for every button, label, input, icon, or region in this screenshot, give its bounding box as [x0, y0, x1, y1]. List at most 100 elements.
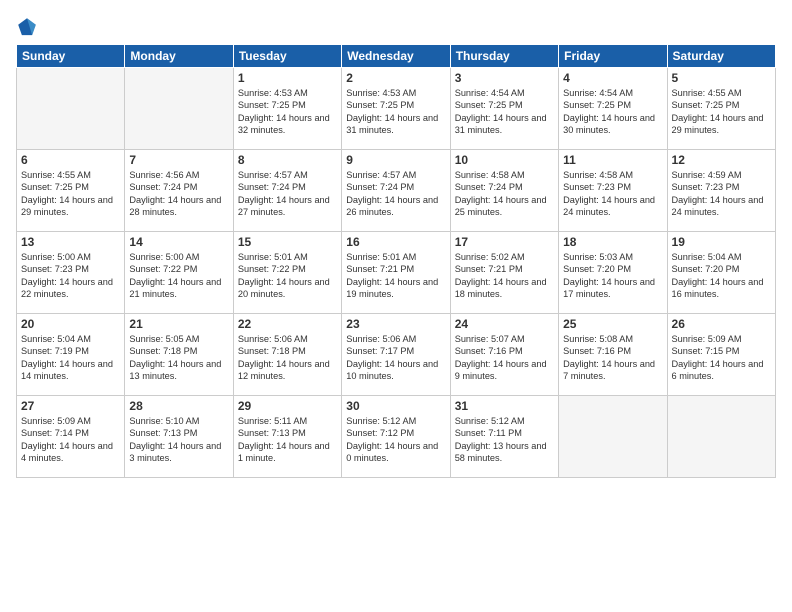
- calendar-cell: 29Sunrise: 5:11 AM Sunset: 7:13 PM Dayli…: [233, 396, 341, 478]
- calendar-cell: 3Sunrise: 4:54 AM Sunset: 7:25 PM Daylig…: [450, 68, 558, 150]
- cell-details: Sunrise: 5:01 AM Sunset: 7:22 PM Dayligh…: [238, 251, 337, 301]
- day-number: 17: [455, 235, 554, 249]
- day-number: 7: [129, 153, 228, 167]
- calendar-cell: [559, 396, 667, 478]
- calendar-cell: 9 Sunrise: 4:57 AM Sunset: 7:24 PM Daylig…: [342, 150, 450, 232]
- day-number: 26: [672, 317, 771, 331]
- day-number: 6: [21, 153, 120, 167]
- cell-details: Sunrise: 5:12 AM Sunset: 7:12 PM Dayligh…: [346, 415, 445, 465]
- day-number: 11: [563, 153, 662, 167]
- cell-details: Sunrise: 5:10 AM Sunset: 7:13 PM Dayligh…: [129, 415, 228, 465]
- day-number: 30: [346, 399, 445, 413]
- cell-details: Sunrise: 5:07 AM Sunset: 7:16 PM Dayligh…: [455, 333, 554, 383]
- calendar-cell: 23 Sunrise: 5:06 AM Sunset: 7:17 PM Dayli…: [342, 314, 450, 396]
- calendar-cell: 5 Sunrise: 4:55 AM Sunset: 7:25 PM Daylig…: [667, 68, 775, 150]
- calendar-week-5: 27 Sunrise: 5:09 AM Sunset: 7:14 PM Dayli…: [17, 396, 776, 478]
- cell-details: Sunrise: 4:53 AM Sunset: 7:25 PM Dayligh…: [238, 87, 337, 137]
- calendar-week-2: 6Sunrise: 4:55 AM Sunset: 7:25 PM Daylig…: [17, 150, 776, 232]
- cell-details: Sunrise: 4:54 AM Sunset: 7:25 PM Dayligh…: [563, 87, 662, 137]
- calendar-cell: 10 Sunrise: 4:58 AM Sunset: 7:24 PM Dayli…: [450, 150, 558, 232]
- day-number: 10: [455, 153, 554, 167]
- cell-details: Sunrise: 4:58 AM Sunset: 7:24 PM Dayligh…: [455, 169, 554, 219]
- calendar-cell: 30 Sunrise: 5:12 AM Sunset: 7:12 PM Dayli…: [342, 396, 450, 478]
- weekday-header-sunday: Sunday: [17, 45, 125, 68]
- calendar-cell: 12 Sunrise: 4:59 AM Sunset: 7:23 PM Dayli…: [667, 150, 775, 232]
- calendar-cell: 20Sunrise: 5:04 AM Sunset: 7:19 PM Dayli…: [17, 314, 125, 396]
- calendar-cell: [667, 396, 775, 478]
- calendar-cell: 15 Sunrise: 5:01 AM Sunset: 7:22 PM Dayli…: [233, 232, 341, 314]
- day-number: 2: [346, 71, 445, 85]
- cell-details: Sunrise: 5:06 AM Sunset: 7:17 PM Dayligh…: [346, 333, 445, 383]
- calendar-cell: 7 Sunrise: 4:56 AM Sunset: 7:24 PM Daylig…: [125, 150, 233, 232]
- day-number: 4: [563, 71, 662, 85]
- calendar-cell: 11 Sunrise: 4:58 AM Sunset: 7:23 PM Dayli…: [559, 150, 667, 232]
- day-number: 12: [672, 153, 771, 167]
- calendar-cell: 19 Sunrise: 5:04 AM Sunset: 7:20 PM Dayli…: [667, 232, 775, 314]
- day-number: 24: [455, 317, 554, 331]
- cell-details: Sunrise: 5:09 AM Sunset: 7:14 PM Dayligh…: [21, 415, 120, 465]
- calendar-table: SundayMondayTuesdayWednesdayThursdayFrid…: [16, 44, 776, 478]
- weekday-header-friday: Friday: [559, 45, 667, 68]
- day-number: 31: [455, 399, 554, 413]
- cell-details: Sunrise: 4:57 AM Sunset: 7:24 PM Dayligh…: [238, 169, 337, 219]
- weekday-header-monday: Monday: [125, 45, 233, 68]
- cell-details: Sunrise: 5:06 AM Sunset: 7:18 PM Dayligh…: [238, 333, 337, 383]
- day-number: 22: [238, 317, 337, 331]
- day-number: 15: [238, 235, 337, 249]
- day-number: 13: [21, 235, 120, 249]
- cell-details: Sunrise: 5:02 AM Sunset: 7:21 PM Dayligh…: [455, 251, 554, 301]
- weekday-header-tuesday: Tuesday: [233, 45, 341, 68]
- calendar-cell: 16 Sunrise: 5:01 AM Sunset: 7:21 PM Dayli…: [342, 232, 450, 314]
- cell-details: Sunrise: 5:05 AM Sunset: 7:18 PM Dayligh…: [129, 333, 228, 383]
- day-number: 9: [346, 153, 445, 167]
- logo-icon: [16, 16, 38, 38]
- day-number: 1: [238, 71, 337, 85]
- cell-details: Sunrise: 5:12 AM Sunset: 7:11 PM Dayligh…: [455, 415, 554, 465]
- day-number: 14: [129, 235, 228, 249]
- day-number: 19: [672, 235, 771, 249]
- cell-details: Sunrise: 5:03 AM Sunset: 7:20 PM Dayligh…: [563, 251, 662, 301]
- weekday-header-wednesday: Wednesday: [342, 45, 450, 68]
- calendar-cell: 28 Sunrise: 5:10 AM Sunset: 7:13 PM Dayli…: [125, 396, 233, 478]
- cell-details: Sunrise: 5:01 AM Sunset: 7:21 PM Dayligh…: [346, 251, 445, 301]
- day-number: 18: [563, 235, 662, 249]
- calendar-cell: 17 Sunrise: 5:02 AM Sunset: 7:21 PM Dayli…: [450, 232, 558, 314]
- calendar-cell: 6Sunrise: 4:55 AM Sunset: 7:25 PM Daylig…: [17, 150, 125, 232]
- calendar-cell: 27 Sunrise: 5:09 AM Sunset: 7:14 PM Dayli…: [17, 396, 125, 478]
- logo: [16, 16, 40, 38]
- calendar-cell: 22 Sunrise: 5:06 AM Sunset: 7:18 PM Dayli…: [233, 314, 341, 396]
- day-number: 20: [21, 317, 120, 331]
- day-number: 3: [455, 71, 554, 85]
- weekday-header-saturday: Saturday: [667, 45, 775, 68]
- calendar-cell: [17, 68, 125, 150]
- cell-details: Sunrise: 5:04 AM Sunset: 7:20 PM Dayligh…: [672, 251, 771, 301]
- day-number: 23: [346, 317, 445, 331]
- cell-details: Sunrise: 5:08 AM Sunset: 7:16 PM Dayligh…: [563, 333, 662, 383]
- cell-details: Sunrise: 4:57 AM Sunset: 7:24 PM Dayligh…: [346, 169, 445, 219]
- calendar-week-4: 20Sunrise: 5:04 AM Sunset: 7:19 PM Dayli…: [17, 314, 776, 396]
- cell-details: Sunrise: 4:59 AM Sunset: 7:23 PM Dayligh…: [672, 169, 771, 219]
- day-number: 5: [672, 71, 771, 85]
- day-number: 27: [21, 399, 120, 413]
- calendar-cell: 8 Sunrise: 4:57 AM Sunset: 7:24 PM Daylig…: [233, 150, 341, 232]
- cell-details: Sunrise: 5:09 AM Sunset: 7:15 PM Dayligh…: [672, 333, 771, 383]
- weekday-header-thursday: Thursday: [450, 45, 558, 68]
- calendar-cell: 18 Sunrise: 5:03 AM Sunset: 7:20 PM Dayli…: [559, 232, 667, 314]
- day-number: 25: [563, 317, 662, 331]
- cell-details: Sunrise: 4:53 AM Sunset: 7:25 PM Dayligh…: [346, 87, 445, 137]
- day-number: 8: [238, 153, 337, 167]
- calendar-cell: 1 Sunrise: 4:53 AM Sunset: 7:25 PM Daylig…: [233, 68, 341, 150]
- day-number: 16: [346, 235, 445, 249]
- cell-details: Sunrise: 5:11 AM Sunset: 7:13 PM Dayligh…: [238, 415, 337, 465]
- calendar-week-3: 13Sunrise: 5:00 AM Sunset: 7:23 PM Dayli…: [17, 232, 776, 314]
- calendar-cell: 26 Sunrise: 5:09 AM Sunset: 7:15 PM Dayli…: [667, 314, 775, 396]
- cell-details: Sunrise: 5:00 AM Sunset: 7:22 PM Dayligh…: [129, 251, 228, 301]
- day-number: 28: [129, 399, 228, 413]
- cell-details: Sunrise: 4:55 AM Sunset: 7:25 PM Dayligh…: [672, 87, 771, 137]
- day-number: 21: [129, 317, 228, 331]
- cell-details: Sunrise: 4:56 AM Sunset: 7:24 PM Dayligh…: [129, 169, 228, 219]
- calendar-cell: 24 Sunrise: 5:07 AM Sunset: 7:16 PM Dayli…: [450, 314, 558, 396]
- calendar-cell: 4 Sunrise: 4:54 AM Sunset: 7:25 PM Daylig…: [559, 68, 667, 150]
- calendar-cell: 13Sunrise: 5:00 AM Sunset: 7:23 PM Dayli…: [17, 232, 125, 314]
- cell-details: Sunrise: 4:58 AM Sunset: 7:23 PM Dayligh…: [563, 169, 662, 219]
